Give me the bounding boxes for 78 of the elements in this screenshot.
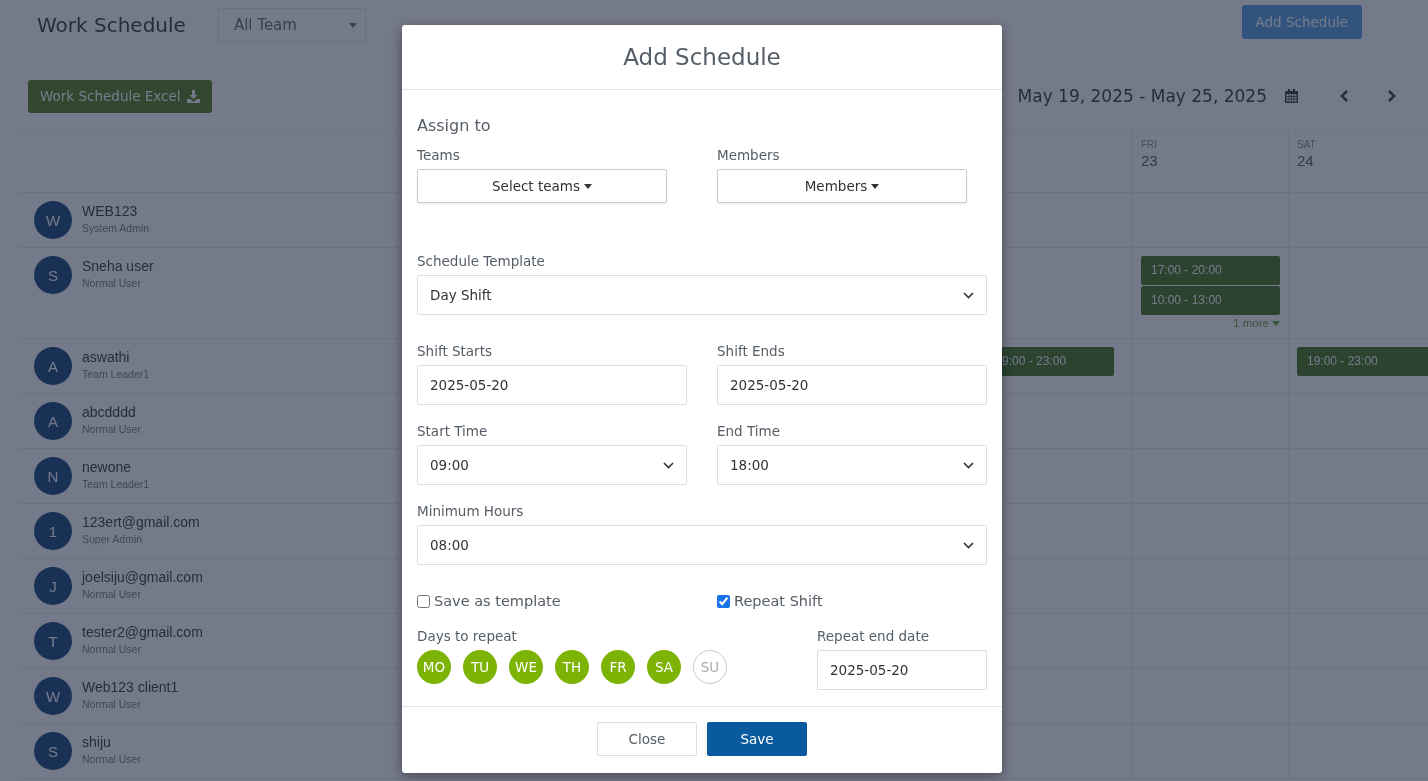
user-name: 123ert@gmail.com: [82, 514, 200, 530]
avatar: N: [34, 457, 72, 495]
shift-event[interactable]: 9:00 - 23:00: [1002, 347, 1114, 376]
weekday-toggle[interactable]: WE: [509, 650, 543, 684]
user-name: aswathi: [82, 349, 131, 365]
avatar: W: [34, 677, 72, 715]
checkbox-label: Save as template: [434, 593, 561, 609]
field-label: Minimum Hours: [417, 503, 525, 519]
avatar: W: [34, 201, 72, 239]
field-label: Schedule Template: [417, 253, 546, 269]
weekday-toggle[interactable]: FR: [601, 650, 635, 684]
user-name: WEB123: [82, 203, 139, 219]
field-label: End Time: [717, 423, 781, 439]
user-name: Web123 client1: [82, 679, 179, 695]
more-link[interactable]: 1 more: [1233, 317, 1269, 329]
date-field[interactable]: 2025-05-20: [717, 365, 987, 405]
field-label: Days to repeat: [417, 628, 518, 644]
date-range: May 19, 2025 - May 25, 2025: [1017, 86, 1267, 106]
page-title: Work Schedule: [37, 13, 186, 37]
caret-icon: [348, 22, 357, 28]
field-label: Shift Ends: [717, 343, 786, 359]
shift-event[interactable]: 17:00 - 20:00: [1141, 256, 1280, 285]
chevron-down-icon: [663, 461, 674, 469]
field-label: Repeat end date: [817, 628, 930, 644]
chevron-down-icon: [963, 461, 974, 469]
user-name: joelsiju@gmail.com: [82, 569, 203, 585]
members-dropdown[interactable]: Members: [717, 169, 967, 203]
day-number: 24: [1297, 152, 1315, 169]
add-schedule-button[interactable]: Add Schedule: [1241, 5, 1362, 39]
shift-event[interactable]: 10:00 - 13:00: [1141, 286, 1280, 315]
weekday-toggle[interactable]: MO: [417, 650, 451, 684]
teams-dropdown[interactable]: Select teams: [417, 169, 667, 203]
checkbox[interactable]: [417, 594, 430, 608]
user-name: shiju: [82, 734, 112, 750]
checkbox[interactable]: [717, 594, 730, 608]
template-select[interactable]: Day Shift: [417, 275, 987, 315]
avatar: S: [34, 256, 72, 294]
weekday-toggle[interactable]: TU: [463, 650, 497, 684]
avatar: 1: [34, 512, 72, 550]
download-icon: [186, 89, 200, 103]
avatar: A: [34, 347, 72, 385]
modal-title: Add Schedule: [623, 44, 781, 70]
section-heading: Assign to: [417, 116, 492, 135]
weekday-toggle[interactable]: SA: [647, 650, 681, 684]
user-name: abcdddd: [82, 404, 137, 420]
caret-icon: [1272, 320, 1280, 326]
avatar: T: [34, 622, 72, 660]
hours-select[interactable]: 08:00: [417, 525, 987, 565]
checkbox-label: Repeat Shift: [734, 593, 823, 609]
chevron-down-icon: [963, 541, 974, 549]
caret-icon: [871, 183, 880, 189]
field-label: Shift Starts: [417, 343, 493, 359]
field-label: Teams: [417, 147, 461, 163]
chevron-down-icon: [963, 291, 974, 299]
previous-icon[interactable]: [1340, 90, 1349, 102]
field-label: Members: [717, 147, 781, 163]
weekday-toggle[interactable]: SU: [693, 650, 727, 684]
weekday-toggle[interactable]: TH: [555, 650, 589, 684]
save-button[interactable]: Save: [707, 722, 807, 756]
date-field[interactable]: 2025-05-20: [417, 365, 687, 405]
date-field[interactable]: 2025-05-20: [817, 650, 987, 690]
shift-event[interactable]: 19:00 - 23:00: [1297, 347, 1428, 376]
field-label: Start Time: [417, 423, 489, 439]
caret-icon: [584, 183, 592, 189]
user-name: newone: [82, 459, 133, 475]
team-dropdown[interactable]: All Team: [217, 8, 366, 42]
avatar: A: [34, 402, 72, 440]
excel-export-button[interactable]: Work Schedule Excel: [28, 79, 212, 113]
next-icon[interactable]: [1387, 90, 1396, 102]
avatar: J: [34, 567, 72, 605]
close-button[interactable]: Close: [597, 722, 697, 756]
time-select[interactable]: 09:00: [417, 445, 687, 485]
user-name: Sneha user: [82, 258, 154, 274]
user-name: tester2@gmail.com: [82, 624, 203, 640]
time-select[interactable]: 18:00: [717, 445, 987, 485]
calendar-icon: [1285, 89, 1298, 103]
day-number: 23: [1141, 152, 1159, 169]
avatar: S: [34, 732, 72, 770]
